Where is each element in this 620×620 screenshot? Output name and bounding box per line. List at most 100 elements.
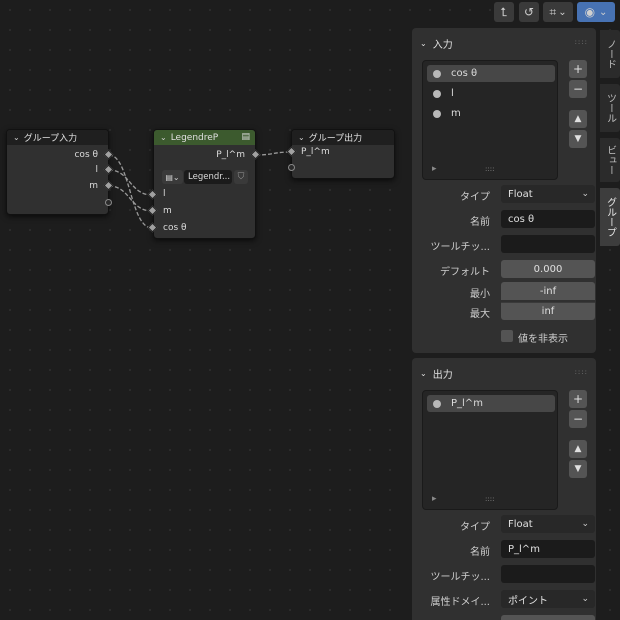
node-tree-icon[interactable]: ▤ [241,132,250,142]
min-label: 最小 [470,289,490,300]
chevron-down-icon: ⌄ [558,6,567,18]
hide-value-label[interactable]: 値を非表示 [518,330,568,345]
list-item[interactable]: cos θ [427,65,555,82]
datablock-selector[interactable]: ▤⌄ [162,170,183,184]
list-item[interactable]: m [427,105,555,122]
group-input-node-header[interactable]: ⌄ グループ入力 [7,130,108,145]
attribute-domain-label: 属性ドメイ... [430,597,490,608]
remove-output-button[interactable]: − [569,410,587,428]
outputs-panel-header[interactable]: ⌄ 出力 [420,366,453,381]
chevron-down-icon: ⌄ [599,6,608,18]
inputs-panel-header[interactable]: ⌄ 入力 [420,36,453,51]
group-inputs-panel: ⌄ 入力 :::: cos θ l m ▸ :::: + − ▲ ▼ タイプ F… [412,28,596,353]
link-cos-theta [108,154,153,229]
snap-button[interactable]: ⌗ ⌄ [543,2,573,22]
legendre-node-header[interactable]: ⌄ LegendreP ▤ [154,130,255,145]
group-output-node-title: グループ出力 [308,134,363,144]
input-socket-label: m [163,206,172,216]
inputs-list[interactable]: cos θ l m ▸ :::: [422,60,558,180]
tooltip-field[interactable] [501,235,595,253]
hide-value-checkbox[interactable] [501,330,513,342]
expand-icon[interactable]: ▸ [432,164,437,174]
output-socket-label: cos θ [74,150,98,160]
sidebar: ⌄ 入力 :::: cos θ l m ▸ :::: + − ▲ ▼ タイプ F… [404,24,600,620]
empty-output-socket[interactable] [105,199,112,206]
type-label: タイプ [460,192,490,203]
list-item[interactable]: P_l^m [427,395,555,412]
attribute-domain-select[interactable]: ポイント ⌄ [501,590,595,608]
group-input-node-title: グループ入力 [23,134,78,144]
name-field[interactable]: cos θ [501,210,595,228]
chevron-down-icon: ⌄ [581,189,589,199]
max-value-field[interactable]: inf [501,302,595,320]
chevron-down-icon[interactable]: ⌄ [420,39,427,48]
output-socket-label: l [95,165,98,175]
move-down-button[interactable]: ▼ [569,460,587,478]
arrow-up-icon: ⮤ [500,4,508,19]
tooltip-field[interactable] [501,565,595,583]
parent-node-tree-button[interactable]: ⮤ [494,2,514,22]
tab-group[interactable]: グループ [600,188,620,246]
chevron-down-icon: ⌄ [581,594,589,604]
input-socket-label: l [163,189,166,199]
max-label: 最大 [470,309,490,320]
fake-user-button[interactable]: ⛉ [234,170,248,184]
drag-grip-icon[interactable]: :::: [575,38,588,46]
input-socket-label: P_l^m [301,147,330,157]
empty-input-socket[interactable] [288,164,295,171]
group-output-node-header[interactable]: ⌄ グループ出力 [292,130,394,145]
type-select[interactable]: Float ⌄ [501,185,595,203]
name-field[interactable]: P_l^m [501,540,595,558]
outputs-panel-title: 出力 [432,370,453,381]
socket-dot-icon [433,69,441,78]
socket-dot-icon [433,109,441,118]
group-outputs-panel: ⌄ 出力 :::: P_l^m ▸ :::: + − ▲ ▼ タイプ Float… [412,358,596,620]
loop-icon: ↺ [523,5,535,19]
default-label: デフォルト [440,267,490,278]
node-tree-icon: ▤⌄ [165,172,180,182]
next-property-field[interactable] [501,615,595,620]
chevron-down-icon[interactable]: ⌄ [13,133,20,142]
datablock-name-field[interactable]: Legendr... [184,170,232,184]
grid-snap-icon: ⌗ [549,4,557,19]
output-socket-label: P_l^m [216,150,245,160]
type-select[interactable]: Float ⌄ [501,515,595,533]
outputs-list[interactable]: P_l^m ▸ :::: [422,390,558,510]
tooltip-label: ツールチッ... [430,242,490,253]
chevron-down-icon: ⌄ [581,519,589,529]
inputs-panel-title: 入力 [432,40,453,51]
resize-grip-icon[interactable]: :::: [485,165,494,173]
input-socket-label: cos θ [163,223,187,233]
name-label: 名前 [470,217,490,228]
drag-grip-icon[interactable]: :::: [575,368,588,376]
legendre-group-node[interactable]: ⌄ LegendreP ▤ P_l^m ▤⌄ Legendr... ⛉ l m … [153,129,256,239]
default-value-field[interactable]: 0.000 [501,260,595,278]
chevron-down-icon[interactable]: ⌄ [420,369,427,378]
expand-icon[interactable]: ▸ [432,494,437,504]
move-down-button[interactable]: ▼ [569,130,587,148]
legendre-node-title: LegendreP [170,132,219,143]
name-label: 名前 [470,547,490,558]
socket-dot-icon [433,89,441,98]
link-m [108,185,153,212]
shield-icon: ⛉ [237,172,245,182]
chevron-down-icon[interactable]: ⌄ [298,133,305,142]
group-input-node[interactable]: ⌄ グループ入力 cos θ l m [6,129,109,215]
group-output-node[interactable]: ⌄ グループ出力 P_l^m [291,129,395,179]
add-output-button[interactable]: + [569,390,587,408]
overlay-icon: ◉ [584,5,596,19]
chevron-down-icon[interactable]: ⌄ [160,133,167,142]
overlay-button[interactable]: ◉ ⌄ [577,2,615,22]
tab-tool[interactable]: ツール [600,84,620,132]
min-value-field[interactable]: -inf [501,282,595,300]
resize-grip-icon[interactable]: :::: [485,495,494,503]
move-up-button[interactable]: ▲ [569,110,587,128]
tab-node[interactable]: ノード [600,30,620,78]
move-up-button[interactable]: ▲ [569,440,587,458]
add-input-button[interactable]: + [569,60,587,78]
socket-dot-icon [433,399,441,408]
tab-view[interactable]: ビュー [600,138,620,182]
list-item[interactable]: l [427,85,555,102]
auto-offset-button[interactable]: ↺ [519,2,539,22]
remove-input-button[interactable]: − [569,80,587,98]
